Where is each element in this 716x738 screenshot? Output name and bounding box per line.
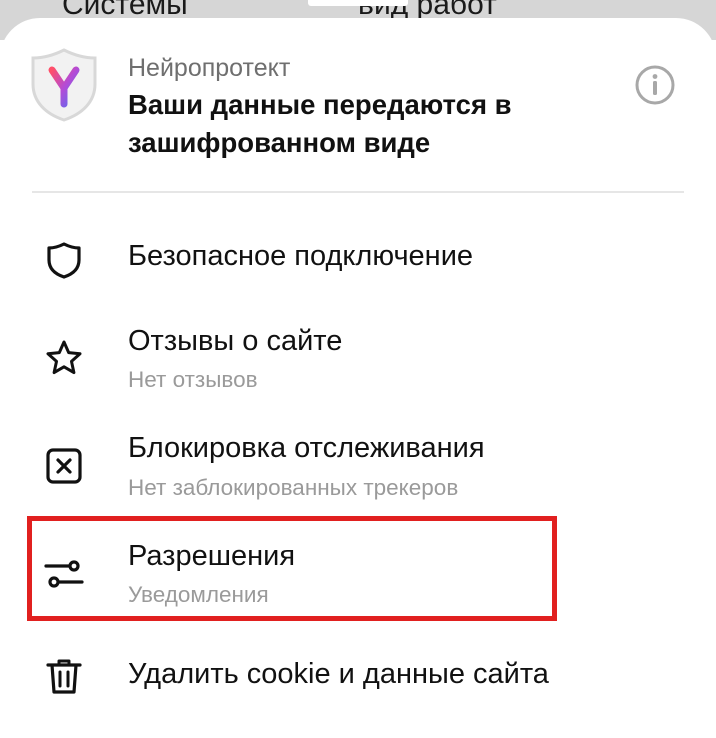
menu-item-subtitle: Нет заблокированных трекеров	[128, 475, 459, 500]
header-title: Ваши данные передаются в зашифрованном в…	[128, 86, 608, 162]
box-x-icon	[46, 448, 82, 484]
drag-handle[interactable]	[308, 0, 408, 6]
menu-item-title: Безопасное подключение	[128, 240, 474, 272]
yandex-protect-shield-icon	[31, 48, 97, 122]
star-icon	[46, 340, 82, 375]
highlight-frame	[27, 516, 557, 621]
trash-icon	[46, 659, 82, 694]
shield-icon	[47, 242, 81, 279]
menu-item-title: Блокировка отслеживания	[128, 432, 485, 464]
header-subtitle: Нейропротект	[128, 54, 291, 82]
header-title-line1: Ваши данные передаются в	[128, 89, 512, 120]
info-icon[interactable]	[634, 64, 676, 106]
menu-item-subtitle: Нет отзывов	[128, 367, 258, 392]
menu-item-title: Удалить cookie и данные сайта	[128, 658, 549, 690]
header-divider	[32, 191, 684, 193]
menu-item-title: Отзывы о сайте	[128, 325, 343, 357]
header-title-line2: зашифрованном виде	[128, 127, 431, 158]
